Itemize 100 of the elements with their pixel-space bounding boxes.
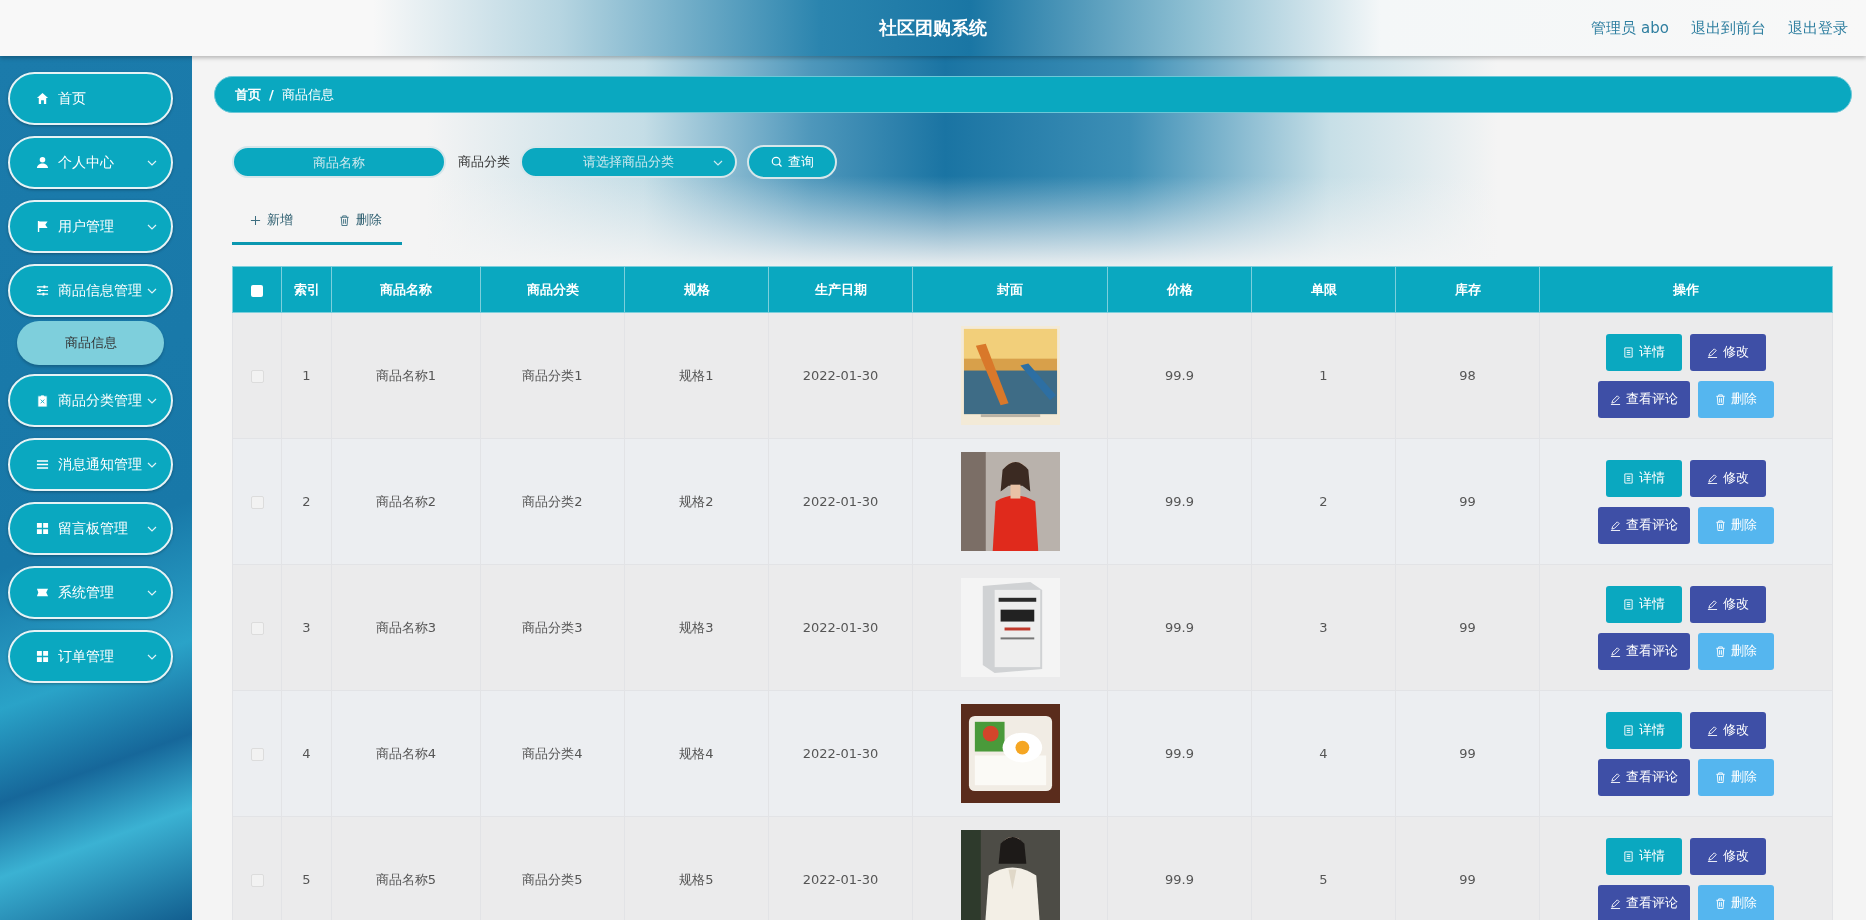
pen-icon — [1707, 598, 1718, 610]
select-all-checkbox[interactable] — [251, 284, 263, 297]
edit-button[interactable]: 修改 — [1690, 333, 1766, 371]
pen-icon — [1707, 724, 1718, 736]
sidebar-item[interactable]: 系统管理 — [8, 566, 173, 619]
plus-icon — [250, 214, 261, 226]
table-cell: 99.9 — [1107, 438, 1252, 565]
admin-user-link[interactable]: 管理员 abo — [1591, 18, 1669, 38]
grid-icon — [36, 650, 49, 663]
details-button[interactable]: 详情 — [1606, 711, 1682, 749]
trash-icon — [1715, 393, 1726, 405]
pen-icon — [1610, 771, 1621, 783]
sidebar-item-label: 首页 — [58, 89, 87, 108]
column-header: 商品名称 — [331, 266, 481, 313]
table-cell: 2 — [1251, 438, 1396, 565]
breadcrumb-link[interactable]: 首页 — [235, 85, 261, 104]
table-cell: 商品分类5 — [480, 816, 625, 920]
grid-icon — [36, 522, 49, 535]
document-icon — [1623, 850, 1634, 862]
sidebar-item[interactable]: 用户管理 — [8, 200, 173, 253]
sidebar-item-label: 个人中心 — [58, 153, 115, 172]
sidebar-item-label: 商品分类管理 — [58, 391, 143, 410]
column-header: 规格 — [624, 266, 769, 313]
table-cell: 商品名称2 — [331, 438, 481, 565]
edit-button[interactable]: 修改 — [1690, 711, 1766, 749]
flag-icon — [36, 220, 49, 233]
trash-icon — [1715, 771, 1726, 783]
trash-icon — [1715, 645, 1726, 657]
document-icon — [1623, 472, 1634, 484]
search-icon — [770, 156, 783, 168]
category-label: 商品分类 — [458, 153, 510, 171]
delete-button[interactable]: 删除 — [1698, 380, 1774, 418]
delete-button[interactable]: 删除 — [1698, 884, 1774, 920]
delete-button[interactable]: 删除 — [1698, 758, 1774, 796]
add-button[interactable]: 新增 — [232, 207, 311, 233]
edit-button[interactable]: 修改 — [1690, 837, 1766, 875]
delete-button[interactable]: 删除 — [321, 207, 400, 233]
breadcrumb-separator: / — [269, 87, 274, 102]
sidebar-item[interactable]: 首页 — [8, 72, 173, 125]
view-comments-button[interactable]: 查看评论 — [1598, 632, 1690, 670]
sidebar-item-label: 系统管理 — [58, 583, 115, 602]
header-link[interactable]: 退出登录 — [1788, 18, 1848, 38]
sidebar-item[interactable]: 留言板管理 — [8, 502, 173, 555]
sidebar-item[interactable]: 商品信息管理 — [8, 264, 173, 317]
header-link[interactable]: 退出到前台 — [1691, 18, 1766, 38]
view-comments-button[interactable]: 查看评论 — [1598, 506, 1690, 544]
table-cell: 2022-01-30 — [768, 312, 913, 439]
details-button[interactable]: 详情 — [1606, 459, 1682, 497]
pen-icon — [1610, 897, 1621, 909]
table-cell: 99.9 — [1107, 564, 1252, 691]
pen-icon — [1610, 645, 1621, 657]
view-comments-button[interactable]: 查看评论 — [1598, 884, 1690, 920]
table-cell: 1 — [281, 312, 332, 439]
product-name-field[interactable]: 商品名称 — [232, 146, 446, 178]
edit-button[interactable]: 修改 — [1690, 585, 1766, 623]
column-header: 库存 — [1395, 266, 1540, 313]
table-cell: 99 — [1395, 564, 1540, 691]
view-comments-button[interactable]: 查看评论 — [1598, 758, 1690, 796]
trash-icon — [1715, 519, 1726, 531]
table-cell: 4 — [1251, 690, 1396, 817]
sidebar-item[interactable]: 商品分类管理 — [8, 374, 173, 427]
delete-button[interactable]: 删除 — [1698, 506, 1774, 544]
table-cell: 2022-01-30 — [768, 816, 913, 920]
column-header: 操作 — [1539, 266, 1833, 313]
submenu-item[interactable]: 商品信息 — [17, 321, 164, 365]
table-cell: 规格4 — [624, 690, 769, 817]
column-header: 单限 — [1251, 266, 1396, 313]
column-header: 商品分类 — [480, 266, 625, 313]
details-button[interactable]: 详情 — [1606, 585, 1682, 623]
document-icon — [1623, 346, 1634, 358]
sidebar-item-label: 商品信息管理 — [58, 281, 143, 300]
edit-button[interactable]: 修改 — [1690, 459, 1766, 497]
delete-button[interactable]: 删除 — [1698, 632, 1774, 670]
sidebar-item[interactable]: 个人中心 — [8, 136, 173, 189]
home-icon — [36, 92, 49, 105]
table-cell: 99.9 — [1107, 816, 1252, 920]
search-button[interactable]: 查询 — [747, 145, 837, 179]
user-icon — [36, 156, 49, 169]
view-comments-button[interactable]: 查看评论 — [1598, 380, 1690, 418]
table-cell: 2 — [281, 438, 332, 565]
sidebar-item[interactable]: 订单管理 — [8, 630, 173, 683]
sidebar-item[interactable]: 消息通知管理 — [8, 438, 173, 491]
table-cell: 99 — [1395, 690, 1540, 817]
trash-icon — [339, 214, 350, 226]
details-button[interactable]: 详情 — [1606, 837, 1682, 875]
table-cell: 3 — [1251, 564, 1396, 691]
table-cell: 5 — [1251, 816, 1396, 920]
table-cell: 商品名称4 — [331, 690, 481, 817]
table-cell: 规格5 — [624, 816, 769, 920]
list-icon — [36, 458, 49, 471]
table-cell: 99.9 — [1107, 312, 1252, 439]
clipboard-icon — [36, 394, 49, 407]
document-icon — [1623, 598, 1634, 610]
pen-icon — [1610, 519, 1621, 531]
sidebar-item-label: 订单管理 — [58, 647, 115, 666]
column-header: 索引 — [281, 266, 332, 313]
table-cell: 商品分类4 — [480, 690, 625, 817]
category-select[interactable]: 请选择商品分类 — [520, 146, 737, 178]
table-cell: 规格1 — [624, 312, 769, 439]
details-button[interactable]: 详情 — [1606, 333, 1682, 371]
